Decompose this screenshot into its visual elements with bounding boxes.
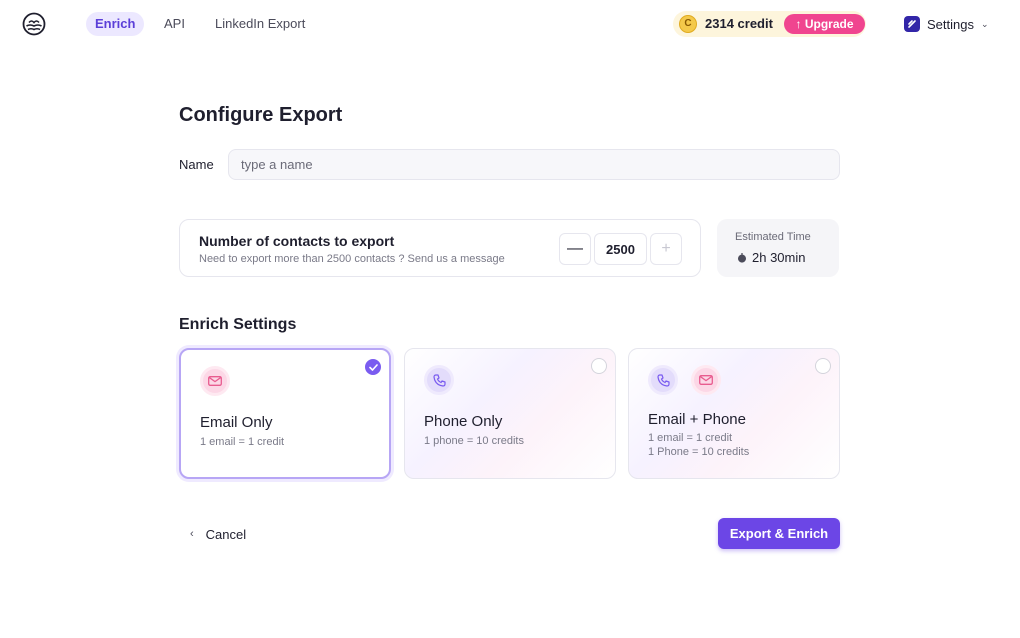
option-title: Phone Only	[424, 413, 503, 430]
option-email-phone[interactable]: Email + Phone 1 email = 1 credit 1 Phone…	[628, 348, 840, 479]
option-phone-only-radio[interactable]	[591, 358, 607, 374]
page-title: Configure Export	[179, 104, 343, 126]
enrich-settings-title: Enrich Settings	[179, 316, 297, 333]
coin-icon: C	[679, 15, 697, 33]
decrement-button[interactable]: —	[559, 233, 591, 265]
cancel-label: Cancel	[205, 526, 247, 542]
option-email-phone-radio[interactable]	[815, 358, 831, 374]
credit-text: 2314 credit	[705, 16, 773, 31]
tab-enrich[interactable]: Enrich	[86, 12, 145, 36]
estimated-time-label: Estimated Time	[735, 231, 811, 243]
phone-icon	[424, 365, 454, 395]
estimated-time-card: Estimated Time 2h 30min	[717, 219, 839, 277]
contacts-subtitle: Need to export more than 2500 contacts ?…	[199, 253, 505, 265]
contacts-quantity-input[interactable]	[594, 233, 647, 265]
name-label: Name	[179, 157, 214, 172]
option-email-only-radio[interactable]	[365, 359, 381, 375]
chevron-down-icon: ⌄	[980, 18, 989, 29]
option-desc: 1 email = 1 credit	[200, 436, 285, 448]
cancel-button[interactable]: ‹ Cancel	[190, 524, 246, 544]
configure-export-page: Enrich API LinkedIn Export C 2314 credit…	[0, 0, 1020, 638]
tab-api[interactable]: API	[155, 12, 194, 36]
name-input[interactable]	[228, 149, 840, 180]
contacts-title: Number of contacts to export	[199, 233, 395, 249]
mail-icon	[200, 366, 230, 396]
chevron-left-icon: ‹	[190, 528, 194, 540]
upgrade-button[interactable]: ↑ Upgrade	[784, 14, 865, 34]
app-badge-icon	[904, 16, 920, 32]
option-desc: 1 Phone = 10 credits	[648, 446, 750, 458]
arrow-up-icon: ↑	[795, 17, 802, 31]
option-desc: 1 email = 1 credit	[648, 432, 733, 444]
settings-menu[interactable]: Settings ⌄	[904, 12, 989, 36]
export-enrich-button[interactable]: Export & Enrich	[718, 518, 840, 549]
option-email-only[interactable]: Email Only 1 email = 1 credit	[179, 348, 391, 479]
upgrade-label: Upgrade	[804, 17, 854, 31]
credit-balance: C 2314 credit ↑ Upgrade	[673, 11, 866, 37]
option-title: Email + Phone	[648, 411, 746, 428]
option-title: Email Only	[200, 414, 273, 431]
phone-icon	[648, 365, 678, 395]
estimated-time-text: 2h 30min	[752, 250, 806, 265]
option-desc: 1 phone = 10 credits	[424, 435, 524, 447]
increment-button[interactable]: +	[650, 233, 682, 265]
settings-label: Settings	[927, 16, 974, 32]
mail-icon	[691, 365, 721, 395]
option-phone-only[interactable]: Phone Only 1 phone = 10 credits	[404, 348, 616, 479]
contacts-count-card: Number of contacts to export Need to exp…	[179, 219, 701, 277]
top-nav: Enrich API LinkedIn Export C 2314 credit…	[0, 0, 1020, 48]
tab-linkedin-export[interactable]: LinkedIn Export	[206, 12, 314, 36]
stopwatch-icon	[738, 252, 746, 263]
brand-logo-icon[interactable]	[22, 12, 46, 36]
estimated-time-value: 2h 30min	[737, 250, 805, 265]
